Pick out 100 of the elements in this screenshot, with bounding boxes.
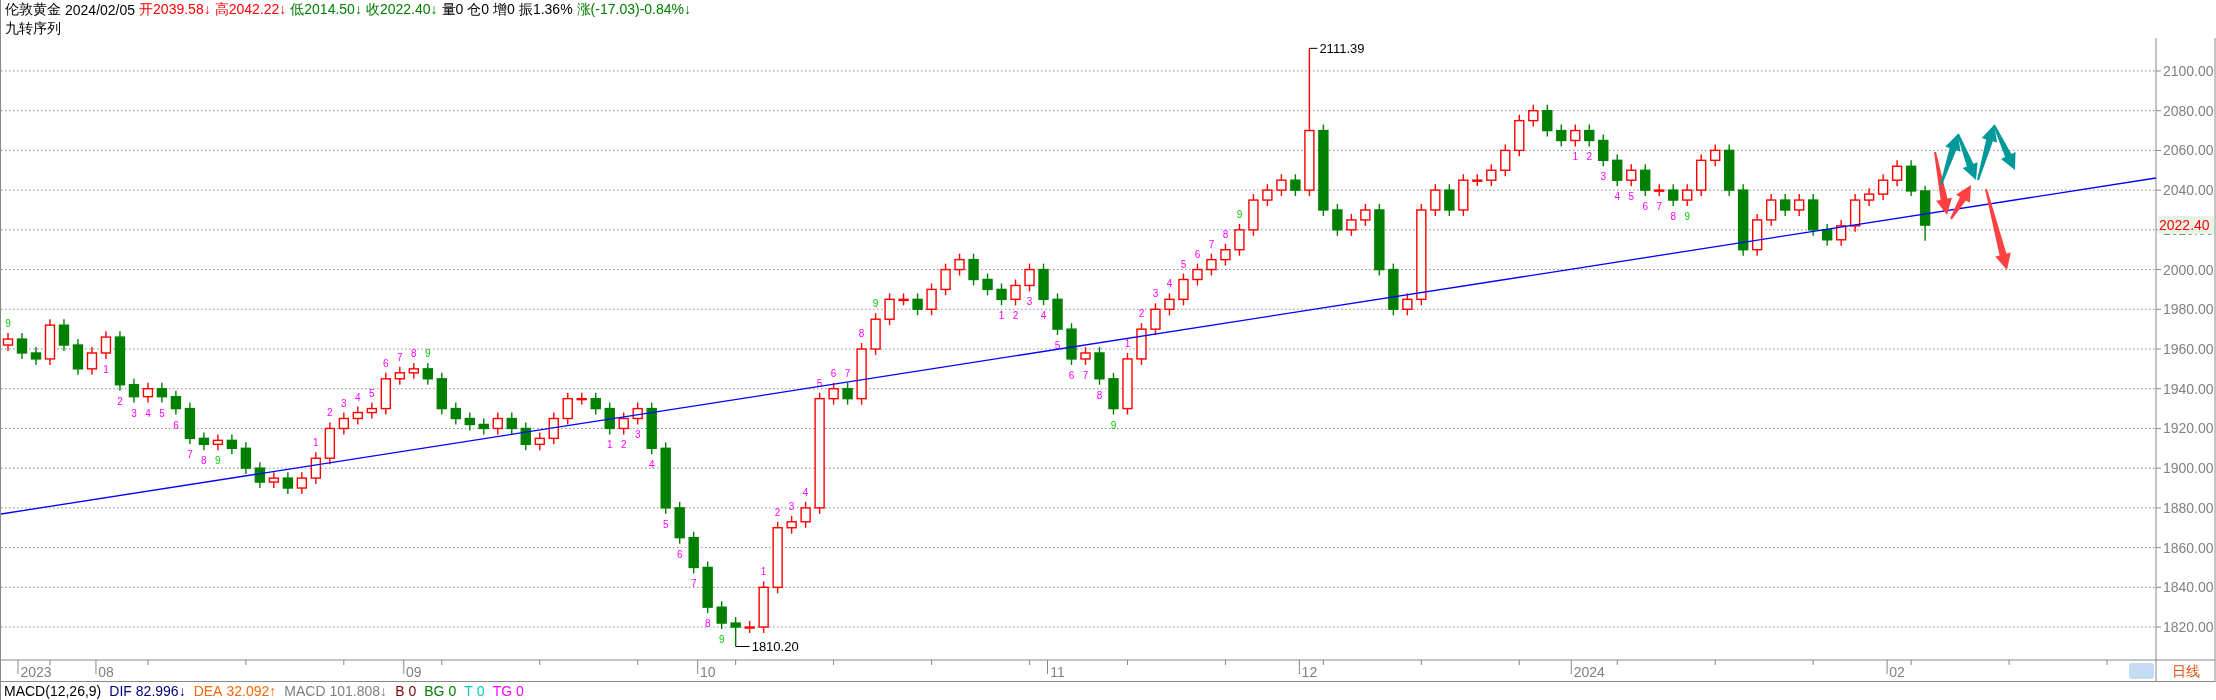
indicator-value: 82.996↓ — [135, 683, 186, 699]
candlestick — [674, 501, 685, 545]
indicator-value: 0 — [516, 683, 524, 699]
sequence-count: 1 — [1124, 337, 1131, 349]
indicator-label: DIF — [109, 683, 132, 699]
sequence-count: 4 — [802, 486, 809, 498]
candlestick — [86, 346, 98, 376]
sequence-count: 7 — [1208, 238, 1215, 250]
candlestick — [1696, 153, 1707, 197]
candlestick — [1234, 223, 1245, 257]
sequence-count: 2 — [1138, 308, 1145, 320]
indicator-value: 0 — [408, 683, 417, 699]
sequence-count: 7 — [690, 578, 697, 590]
candlestick — [1122, 352, 1133, 416]
quote-field: 低2014.50↓ — [290, 1, 362, 19]
sequence-count: 7 — [187, 449, 193, 461]
symbol-name: 伦敦黄金 — [5, 1, 61, 19]
sequence-count: 1 — [998, 310, 1005, 322]
candlestick — [618, 411, 629, 436]
candlestick — [1668, 183, 1679, 207]
indicator-label: DEA — [193, 683, 223, 699]
quote-field: 收2022.40↓ — [365, 1, 438, 19]
candlestick — [926, 282, 937, 316]
sequence-count: 8 — [858, 328, 865, 340]
axis-label: 08 — [98, 664, 114, 680]
candlestick — [296, 471, 308, 495]
candlestick — [800, 501, 811, 529]
sequence-count: 7 — [844, 367, 851, 379]
candlestick — [1290, 173, 1301, 197]
candlestick — [954, 252, 965, 277]
candlestick — [1682, 183, 1693, 207]
candlestick — [1248, 193, 1259, 237]
scroll-thumb[interactable] — [2129, 663, 2154, 679]
candlestick — [58, 318, 70, 352]
sequence-count: 2 — [620, 439, 627, 451]
candlestick — [1570, 123, 1581, 148]
sequence-count: 7 — [1656, 201, 1662, 213]
sequence-count: 4 — [648, 459, 655, 471]
candlestick — [1108, 372, 1119, 416]
sequence-count: 3 — [1152, 288, 1159, 300]
sequence-count: 6 — [676, 548, 683, 560]
sequence-count: 3 — [1600, 171, 1607, 183]
arrow-drawing — [1993, 124, 2016, 170]
candlestick — [352, 405, 364, 426]
candlestick — [310, 451, 322, 485]
sequence-count: 5 — [369, 387, 375, 399]
candlestick — [520, 421, 531, 451]
sequence-count: 6 — [830, 367, 837, 379]
sequence-count: 3 — [634, 429, 641, 441]
candlestick — [478, 417, 489, 436]
candlestick — [604, 401, 615, 436]
sequence-count: 9 — [718, 634, 725, 645]
candlestick — [1500, 143, 1511, 177]
candlestick — [1752, 213, 1763, 257]
quote-field: 高2042.22↓ — [214, 1, 287, 19]
candlestick — [128, 378, 140, 404]
quote-field: 量0 — [441, 1, 464, 19]
candlestick — [170, 390, 182, 416]
quote-field: 增0 — [493, 1, 515, 19]
candlestick — [1332, 203, 1343, 237]
candlestick — [1654, 183, 1665, 197]
candlestick — [1514, 113, 1525, 158]
candlestick — [1626, 163, 1637, 187]
axis-label: 1880.00 — [2163, 499, 2214, 516]
axis-label: 1980.00 — [2163, 301, 2214, 318]
candlestick — [268, 471, 280, 489]
sequence-count: 8 — [1222, 228, 1229, 240]
sequence-count: 6 — [1194, 248, 1201, 260]
sequence-count: 6 — [173, 419, 179, 431]
sequence-count: 6 — [1642, 201, 1648, 213]
candlestick — [1584, 123, 1595, 148]
candlestick — [1444, 183, 1455, 217]
sequence-count: 9 — [425, 347, 431, 359]
sequence-count: 3 — [341, 397, 347, 409]
sequence-count: 6 — [383, 357, 389, 369]
sequence-count: 9 — [5, 318, 11, 330]
sequence-count: 4 — [1040, 310, 1047, 322]
candlestick — [758, 580, 769, 634]
candlestick — [1598, 133, 1609, 167]
candlestick — [1528, 104, 1539, 128]
candlestick — [828, 382, 839, 406]
candlestick — [1905, 159, 1917, 197]
candlestick — [1052, 292, 1063, 336]
candlestick — [1821, 223, 1833, 247]
candlestick — [968, 252, 979, 287]
quote-field: 涨(-17.03)-0.84%↓ — [576, 1, 691, 19]
candlestick — [646, 401, 657, 455]
sequence-count: 5 — [662, 518, 669, 530]
axis-label: 2040.00 — [2163, 182, 2214, 199]
candlestick — [1835, 219, 1847, 247]
axis-label: 1820.00 — [2163, 619, 2214, 636]
candlestick — [898, 292, 909, 306]
candlestick — [1863, 187, 1875, 207]
candlestick — [184, 401, 196, 446]
sequence-count: 1 — [760, 566, 767, 578]
period-tab[interactable]: 日线 — [2172, 663, 2200, 679]
candlestick — [1710, 143, 1721, 167]
candlestick — [870, 312, 881, 356]
candlestick — [226, 433, 238, 455]
candlestick — [1640, 163, 1651, 197]
